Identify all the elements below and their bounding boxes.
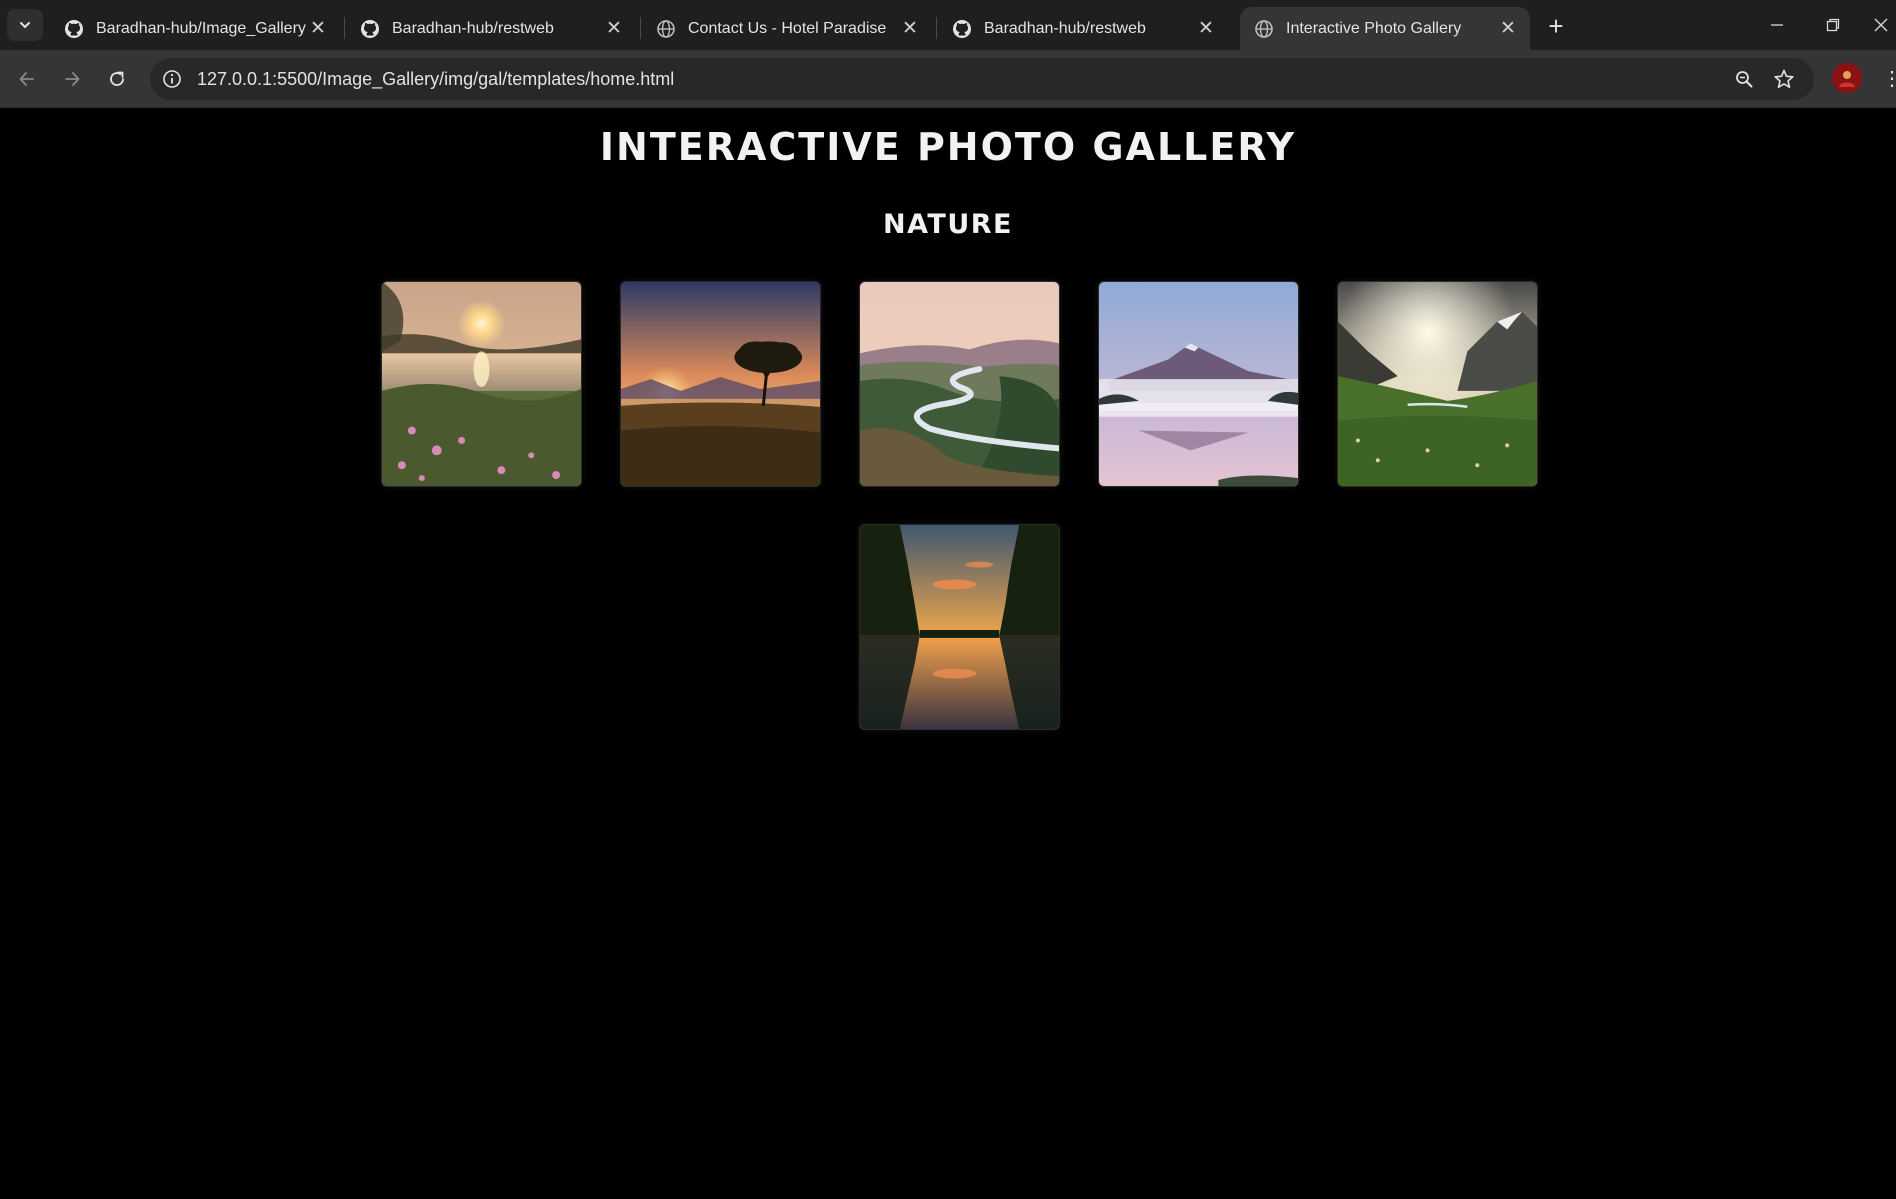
minimize-window-button[interactable] (1757, 8, 1797, 42)
tab-title: Baradhan-hub/Image_Gallery (96, 19, 306, 37)
back-button[interactable] (11, 63, 43, 95)
photo-misty-mountain-image (1099, 282, 1298, 486)
tab-divider (936, 17, 937, 39)
gallery-photo-sunset-lake[interactable] (381, 281, 582, 487)
gallery-photo-misty-mountain[interactable] (1098, 281, 1299, 487)
tab-title: Baradhan-hub/restweb (984, 19, 1146, 37)
restore-window-button[interactable] (1813, 8, 1853, 42)
photo-sunset-lake-image (382, 282, 581, 486)
zoom-out-icon (1736, 71, 1753, 88)
github-icon (952, 19, 972, 39)
url-text[interactable]: 127.0.0.1:5500/Image_Gallery/img/gal/tem… (197, 69, 674, 90)
arrow-left-icon (19, 72, 34, 86)
browser-menu-button[interactable]: ⋮ (1882, 64, 1896, 94)
section-title: NATURE (883, 209, 1013, 240)
arrow-right-icon (65, 72, 80, 86)
tab-title: Interactive Photo Gallery (1286, 19, 1462, 37)
close-window-button[interactable] (1866, 8, 1896, 42)
minimize-icon (1771, 24, 1783, 26)
gallery-photo-mountain-meadow[interactable] (1337, 281, 1538, 487)
restore-icon (1826, 18, 1840, 32)
chevron-down-icon (20, 22, 30, 29)
browser-tab[interactable]: Baradhan-hub/restweb ✕ (938, 7, 1228, 50)
photo-mountain-meadow-image (1338, 282, 1537, 486)
tab-title: Baradhan-hub/restweb (392, 19, 554, 37)
gallery-page: INTERACTIVE PHOTO GALLERY NATURE (0, 108, 1896, 1199)
gallery-photo-forest-lake[interactable] (859, 524, 1060, 730)
close-tab-icon[interactable]: ✕ (1496, 17, 1520, 41)
tab-divider (344, 17, 345, 39)
gallery-photo-lone-tree[interactable] (620, 281, 821, 487)
close-tab-icon[interactable]: ✕ (306, 17, 330, 41)
page-title: INTERACTIVE PHOTO GALLERY (599, 125, 1297, 169)
globe-icon (656, 19, 676, 39)
close-tab-icon[interactable]: ✕ (602, 17, 626, 41)
close-tab-icon[interactable]: ✕ (1194, 17, 1218, 41)
photo-forest-lake-image (860, 525, 1059, 729)
tab-divider (640, 17, 641, 39)
bookmark-button[interactable] (1772, 67, 1796, 91)
avatar-icon (1839, 71, 1855, 87)
photo-river-valley-image (860, 282, 1059, 486)
close-icon (1874, 18, 1888, 32)
tab-title: Contact Us - Hotel Paradise (688, 19, 887, 37)
globe-icon (1254, 19, 1274, 39)
star-icon (1774, 69, 1794, 88)
close-tab-icon[interactable]: ✕ (898, 17, 922, 41)
browser-tab-active[interactable]: Interactive Photo Gallery ✕ (1240, 7, 1530, 50)
tab-search-button[interactable] (7, 9, 43, 41)
info-icon (163, 70, 181, 88)
forward-button[interactable] (56, 63, 88, 95)
site-info-button[interactable] (160, 67, 184, 91)
browser-tab[interactable]: Baradhan-hub/Image_Gallery ✕ (50, 7, 340, 50)
profile-avatar[interactable] (1832, 63, 1862, 93)
gallery-photo-river-valley[interactable] (859, 281, 1060, 487)
browser-tab[interactable]: Contact Us - Hotel Paradise ✕ (642, 7, 932, 50)
browser-toolbar: 127.0.0.1:5500/Image_Gallery/img/gal/tem… (0, 50, 1896, 108)
reload-button[interactable] (101, 63, 133, 95)
zoom-button[interactable] (1732, 67, 1756, 91)
browser-tab[interactable]: Baradhan-hub/restweb ✕ (346, 7, 636, 50)
github-icon (64, 19, 84, 39)
browser-tab-strip: Baradhan-hub/Image_Gallery ✕ Baradhan-hu… (0, 0, 1896, 50)
github-icon (360, 19, 380, 39)
address-bar[interactable]: 127.0.0.1:5500/Image_Gallery/img/gal/tem… (150, 58, 1814, 100)
new-tab-button[interactable]: + (1541, 11, 1571, 41)
photo-lone-tree-image (621, 282, 820, 486)
reload-icon (110, 71, 124, 86)
